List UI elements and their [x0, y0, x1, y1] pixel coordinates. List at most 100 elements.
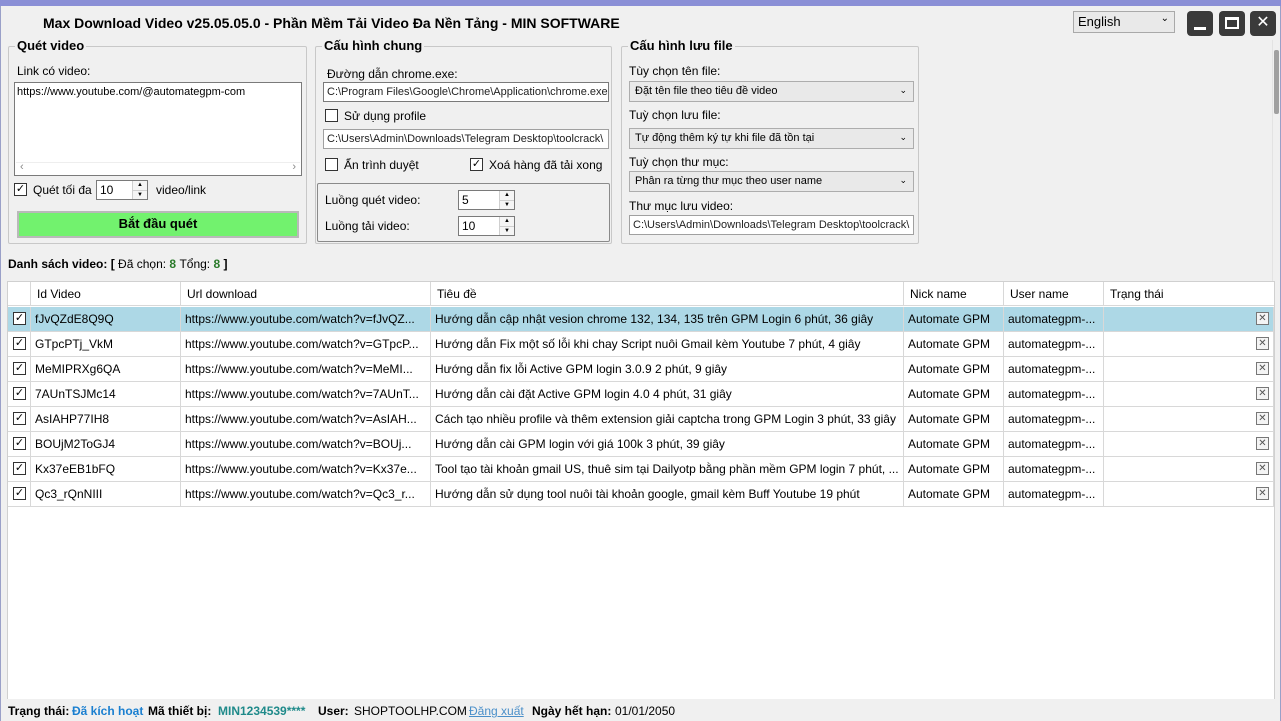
maximize-button[interactable] [1219, 11, 1245, 36]
selected-label: Đã chọn: [118, 257, 167, 271]
cell-status [1104, 407, 1274, 431]
row-checkbox[interactable]: ✓ [13, 362, 26, 375]
download-threads-stepper[interactable]: 10 ▲ ▼ [458, 216, 515, 236]
save-option-value: Tự động thêm ký tự khi file đã tồn tại [635, 132, 815, 144]
column-status[interactable]: Trạng thái [1104, 282, 1274, 305]
row-check-cell: ✓ [8, 382, 31, 406]
delete-row-icon[interactable]: ✕ [1256, 387, 1269, 400]
device-label: Mã thiết bị: [148, 704, 212, 718]
cell-username: automategpm-... [1004, 482, 1104, 506]
folder-option-select[interactable]: Phân ra từng thư mục theo user name ⌄ [629, 171, 914, 192]
cell-status [1104, 382, 1274, 406]
hide-browser-checkbox[interactable] [325, 158, 338, 171]
maximize-icon [1225, 17, 1239, 29]
user-label: User: [318, 704, 349, 718]
textarea-hscrollbar[interactable]: ‹ › [16, 161, 300, 174]
minimize-button[interactable] [1187, 11, 1213, 36]
stepper-up-icon[interactable]: ▲ [500, 191, 514, 200]
video-table: Id Video Url download Tiêu đề Nick name … [7, 281, 1275, 701]
max-scan-value: 10 [100, 183, 114, 197]
delete-row-icon[interactable]: ✕ [1256, 462, 1269, 475]
device-value: MIN1234539**** [218, 704, 306, 718]
row-checkbox[interactable]: ✓ [13, 487, 26, 500]
status-label: Trạng thái: [8, 704, 70, 718]
close-button[interactable]: ✕ [1250, 11, 1276, 36]
delete-row-icon[interactable]: ✕ [1256, 412, 1269, 425]
row-checkbox[interactable]: ✓ [13, 337, 26, 350]
delete-row-icon[interactable]: ✕ [1256, 337, 1269, 350]
stepper-up-icon[interactable]: ▲ [133, 181, 147, 190]
table-row[interactable]: ✓ BOUjM2ToGJ4 https://www.youtube.com/watc… [8, 432, 1274, 457]
logout-link[interactable]: Đăng xuất [469, 704, 524, 718]
video-list-label: Danh sách video: [8, 257, 108, 271]
cell-url: https://www.youtube.com/watch?v=fJvQZ... [181, 307, 431, 331]
stepper-up-icon[interactable]: ▲ [500, 217, 514, 226]
chevron-down-icon: ⌄ [899, 132, 907, 142]
video-list-summary: Danh sách video: [ Đã chọn: 8 Tổng: 8 ] [8, 257, 228, 271]
save-folder-label: Thư mục lưu video: [629, 199, 734, 213]
row-checkbox[interactable]: ✓ [13, 437, 26, 450]
language-select[interactable]: English ⌄ [1073, 11, 1175, 33]
scrollbar-thumb[interactable] [1274, 50, 1279, 114]
column-url[interactable]: Url download [181, 282, 431, 305]
column-title[interactable]: Tiêu đề [431, 282, 904, 305]
table-row[interactable]: ✓ 7AUnTSJMc14 https://www.youtube.com/watc… [8, 382, 1274, 407]
status-value: Đã kích hoạt [72, 704, 144, 718]
stepper-down-icon[interactable]: ▼ [133, 190, 147, 199]
table-row[interactable]: ✓ GTpcPTj_VkM https://www.youtube.com/watc… [8, 332, 1274, 357]
start-scan-button[interactable]: Bắt đầu quét [17, 211, 299, 238]
table-header: Id Video Url download Tiêu đề Nick name … [8, 282, 1274, 306]
scan-threads-stepper[interactable]: 5 ▲ ▼ [458, 190, 515, 210]
delete-row-icon[interactable]: ✕ [1256, 312, 1269, 325]
row-checkbox[interactable]: ✓ [13, 462, 26, 475]
use-profile-checkbox[interactable] [325, 109, 338, 122]
row-checkbox[interactable]: ✓ [13, 412, 26, 425]
cell-id: AsIAHP77IH8 [31, 407, 181, 431]
cell-nickname: Automate GPM [904, 307, 1004, 331]
cell-title: Hướng dẫn cài GPM login với giá 100k 3 p… [431, 432, 904, 456]
cell-url: https://www.youtube.com/watch?v=BOUj... [181, 432, 431, 456]
stepper-down-icon[interactable]: ▼ [500, 200, 514, 209]
column-nickname[interactable]: Nick name [904, 282, 1004, 305]
cell-username: automategpm-... [1004, 307, 1104, 331]
filename-option-select[interactable]: Đặt tên file theo tiêu đề video ⌄ [629, 81, 914, 102]
table-row[interactable]: ✓ MeMIPRXg6QA https://www.youtube.com/watc… [8, 357, 1274, 382]
cell-nickname: Automate GPM [904, 482, 1004, 506]
cell-id: MeMIPRXg6QA [31, 357, 181, 381]
bracket-open: [ [110, 257, 115, 271]
checkmark-icon: ✓ [15, 183, 26, 195]
cell-id: Qc3_rQnNIII [31, 482, 181, 506]
delete-done-row-checkbox[interactable]: ✓ [470, 158, 483, 171]
column-id[interactable]: Id Video [31, 282, 181, 305]
delete-row-icon[interactable]: ✕ [1256, 487, 1269, 500]
delete-row-icon[interactable]: ✕ [1256, 362, 1269, 375]
table-row[interactable]: ✓ Kx37eEB1bFQ https://www.youtube.com/watc… [8, 457, 1274, 482]
scroll-left-icon[interactable]: ‹ [20, 161, 24, 173]
folder-option-label: Tuỳ chọn thư mục: [629, 155, 729, 169]
cell-nickname: Automate GPM [904, 432, 1004, 456]
cell-url: https://www.youtube.com/watch?v=GTpcP... [181, 332, 431, 356]
save-option-select[interactable]: Tự động thêm ký tự khi file đã tồn tại ⌄ [629, 128, 914, 149]
table-row[interactable]: ✓ fJvQZdE8Q9Q https://www.youtube.com/watc… [8, 307, 1274, 332]
filename-option-label: Tùy chọn tên file: [629, 64, 721, 78]
row-checkbox[interactable]: ✓ [13, 312, 26, 325]
chevron-down-icon: ⌄ [899, 85, 907, 95]
chrome-path-input[interactable]: C:\Program Files\Google\Chrome\Applicati… [323, 82, 609, 102]
column-username[interactable]: User name [1004, 282, 1104, 305]
table-row[interactable]: ✓ Qc3_rQnNIII https://www.youtube.com/watc… [8, 482, 1274, 507]
download-threads-value: 10 [462, 219, 476, 233]
row-check-cell: ✓ [8, 457, 31, 481]
max-scan-checkbox[interactable]: ✓ [14, 183, 27, 196]
max-scan-stepper[interactable]: 10 ▲ ▼ [96, 180, 148, 200]
cell-username: automategpm-... [1004, 332, 1104, 356]
save-folder-input[interactable]: C:\Users\Admin\Downloads\Telegram Deskto… [629, 215, 914, 235]
user-value: SHOPTOOLHP.COM [354, 704, 467, 718]
table-row[interactable]: ✓ AsIAHP77IH8 https://www.youtube.com/watc… [8, 407, 1274, 432]
link-textarea[interactable]: https://www.youtube.com/@automategpm-com… [14, 82, 302, 176]
cell-url: https://www.youtube.com/watch?v=7AUnT... [181, 382, 431, 406]
stepper-down-icon[interactable]: ▼ [500, 226, 514, 235]
row-checkbox[interactable]: ✓ [13, 387, 26, 400]
scroll-right-icon[interactable]: › [292, 161, 296, 173]
profile-path-input[interactable]: C:\Users\Admin\Downloads\Telegram Deskto… [323, 129, 609, 149]
delete-row-icon[interactable]: ✕ [1256, 437, 1269, 450]
